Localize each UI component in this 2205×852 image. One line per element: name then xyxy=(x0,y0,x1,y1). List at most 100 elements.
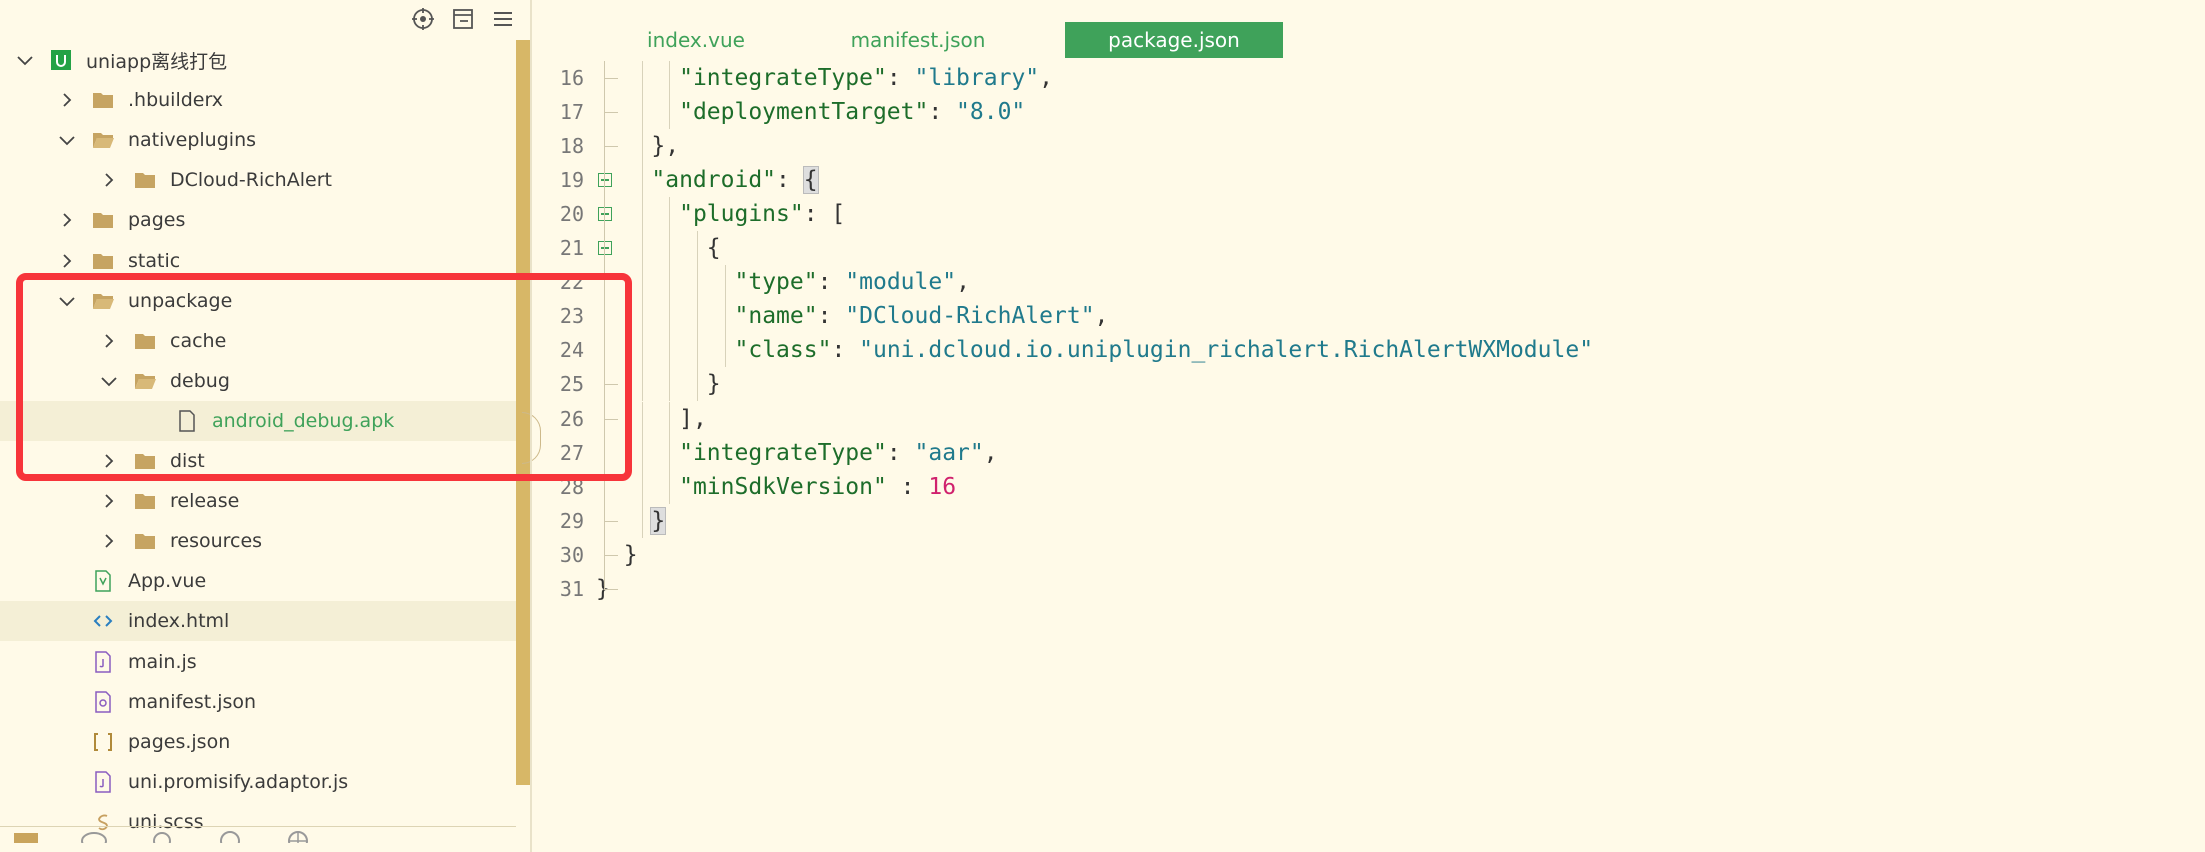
indent-guide xyxy=(669,95,671,130)
code-text: "integrateType": "aar", xyxy=(679,440,998,466)
tree-item[interactable]: cache xyxy=(0,321,516,361)
indent-guide xyxy=(669,435,671,470)
code-line[interactable]: 16 "integrateType": "library", xyxy=(532,61,2205,95)
tree-item[interactable]: android_debug.apk xyxy=(0,400,516,441)
code-text: } xyxy=(650,506,667,535)
code-line[interactable]: 20 "plugins": [ xyxy=(532,197,2205,232)
folder-icon xyxy=(92,129,114,151)
fold-toggle-icon[interactable] xyxy=(598,207,612,222)
chevron-down-icon[interactable] xyxy=(54,288,80,314)
locate-icon[interactable] xyxy=(410,6,436,32)
tree-item[interactable]: uniapp离线打包 xyxy=(0,40,516,80)
code-line[interactable]: 27 "integrateType": "aar", xyxy=(532,435,2205,470)
bug-icon[interactable] xyxy=(148,827,176,843)
code-line[interactable]: 18}, xyxy=(532,129,2205,164)
code-token: } xyxy=(706,371,721,398)
indent-guide xyxy=(669,265,671,300)
folder-icon xyxy=(134,330,156,352)
tab-package-json[interactable]: package.json xyxy=(1065,22,1283,58)
code-line[interactable]: 21 { xyxy=(532,231,2205,266)
tree-item[interactable]: .hbuilderx xyxy=(0,80,516,120)
tab-index-vue[interactable]: index.vue xyxy=(582,22,810,58)
tree-item[interactable]: static xyxy=(0,241,516,281)
code-token: : xyxy=(886,473,929,500)
menu-icon[interactable] xyxy=(490,6,516,32)
chevron-right-icon[interactable] xyxy=(54,248,80,274)
globe-icon[interactable] xyxy=(284,827,312,843)
code-text: "class": "uni.dcloud.io.uniplugin_richal… xyxy=(735,337,1594,363)
code-line[interactable]: 26], xyxy=(532,401,2205,436)
tree-item[interactable]: resources xyxy=(0,521,516,561)
folder-icon xyxy=(92,290,114,312)
code-text: "minSdkVersion" : 16 xyxy=(679,474,956,500)
chevron-down-icon[interactable] xyxy=(96,368,122,394)
tree-item[interactable]: pages.json xyxy=(0,722,516,762)
fold-toggle-icon[interactable] xyxy=(598,173,612,188)
code-line[interactable]: 24 "class": "uni.dcloud.io.uniplugin_rich… xyxy=(532,333,2205,368)
indent-guide xyxy=(669,231,671,266)
code-token: }, xyxy=(651,133,680,160)
indent-guide xyxy=(724,333,726,368)
code-line[interactable]: 22 "type": "module", xyxy=(532,265,2205,300)
tree-item[interactable]: DCloud-RichAlert xyxy=(0,160,516,200)
code-text: { xyxy=(707,235,721,261)
indent-guide xyxy=(641,333,643,368)
indent-guide xyxy=(724,265,726,300)
code-token: , xyxy=(983,439,998,466)
line-number: 25 xyxy=(559,372,584,397)
fold-toggle-icon[interactable] xyxy=(598,241,612,256)
code-line[interactable]: 17 "deploymentTarget": "8.0" xyxy=(532,95,2205,130)
collapse-all-icon[interactable] xyxy=(450,6,476,32)
indent-guide xyxy=(641,197,643,232)
tree-item[interactable]: uni.promisify.adaptor.js xyxy=(0,762,516,802)
tree-item[interactable]: pages xyxy=(0,200,516,240)
tree-item[interactable]: release xyxy=(0,481,516,521)
chevron-right-icon[interactable] xyxy=(96,328,122,354)
line-number: 22 xyxy=(559,270,584,295)
code-line[interactable]: 29} xyxy=(532,503,2205,538)
chevron-right-icon[interactable] xyxy=(96,167,122,193)
tree-item[interactable]: dist xyxy=(0,441,516,481)
chevron-right-icon[interactable] xyxy=(96,448,122,474)
code-token: { xyxy=(802,166,819,195)
code-line[interactable]: 30} xyxy=(532,538,2205,572)
code-line[interactable]: 28 "minSdkVersion" : 16 xyxy=(532,469,2205,504)
code-token: "DCloud-RichAlert" xyxy=(845,303,1095,330)
code-line[interactable]: 25} xyxy=(532,367,2205,402)
chevron-down-icon[interactable] xyxy=(54,127,80,153)
code-token: "integrateType" xyxy=(679,439,887,466)
tree-item-label: cache xyxy=(170,329,227,352)
code-token: ], xyxy=(679,405,707,432)
folder-icon xyxy=(92,209,114,231)
tree-item-label: dist xyxy=(170,450,205,472)
js-file-icon xyxy=(92,771,114,793)
tab-manifest-json[interactable]: manifest.json xyxy=(804,22,1032,58)
fold-gutter-tick xyxy=(604,384,618,386)
tree-item[interactable]: unpackage xyxy=(0,281,516,321)
chevron-right-icon[interactable] xyxy=(54,207,80,233)
code-line[interactable]: 19 "android": { xyxy=(532,163,2205,198)
tree-item[interactable]: nativeplugins xyxy=(0,120,516,160)
gamepad-icon[interactable] xyxy=(80,827,108,843)
code-token: , xyxy=(956,269,970,296)
code-line[interactable]: 31} xyxy=(532,572,2205,606)
tree-item[interactable]: App.vue xyxy=(0,561,516,601)
indent-guide xyxy=(641,61,643,95)
refresh-icon[interactable] xyxy=(216,827,244,843)
folder-icon[interactable] xyxy=(12,827,40,843)
js-file-icon xyxy=(92,650,114,673)
chevron-right-icon[interactable] xyxy=(54,87,80,113)
chevron-down-icon[interactable] xyxy=(12,47,38,73)
tree-item-label: App.vue xyxy=(128,570,207,593)
tree-item[interactable]: manifest.json xyxy=(0,682,516,722)
chevron-right-icon[interactable] xyxy=(96,528,122,554)
indent-guide xyxy=(641,265,643,300)
code-line[interactable]: 23 "name": "DCloud-RichAlert", xyxy=(532,299,2205,334)
chevron-right-icon[interactable] xyxy=(96,488,122,514)
code-token: "integrateType" xyxy=(679,65,887,91)
tree-item[interactable]: index.html xyxy=(0,601,516,642)
tree-item[interactable]: debug xyxy=(0,361,516,401)
fold-gutter-tick xyxy=(604,418,618,420)
tree-item[interactable]: main.js xyxy=(0,642,516,682)
